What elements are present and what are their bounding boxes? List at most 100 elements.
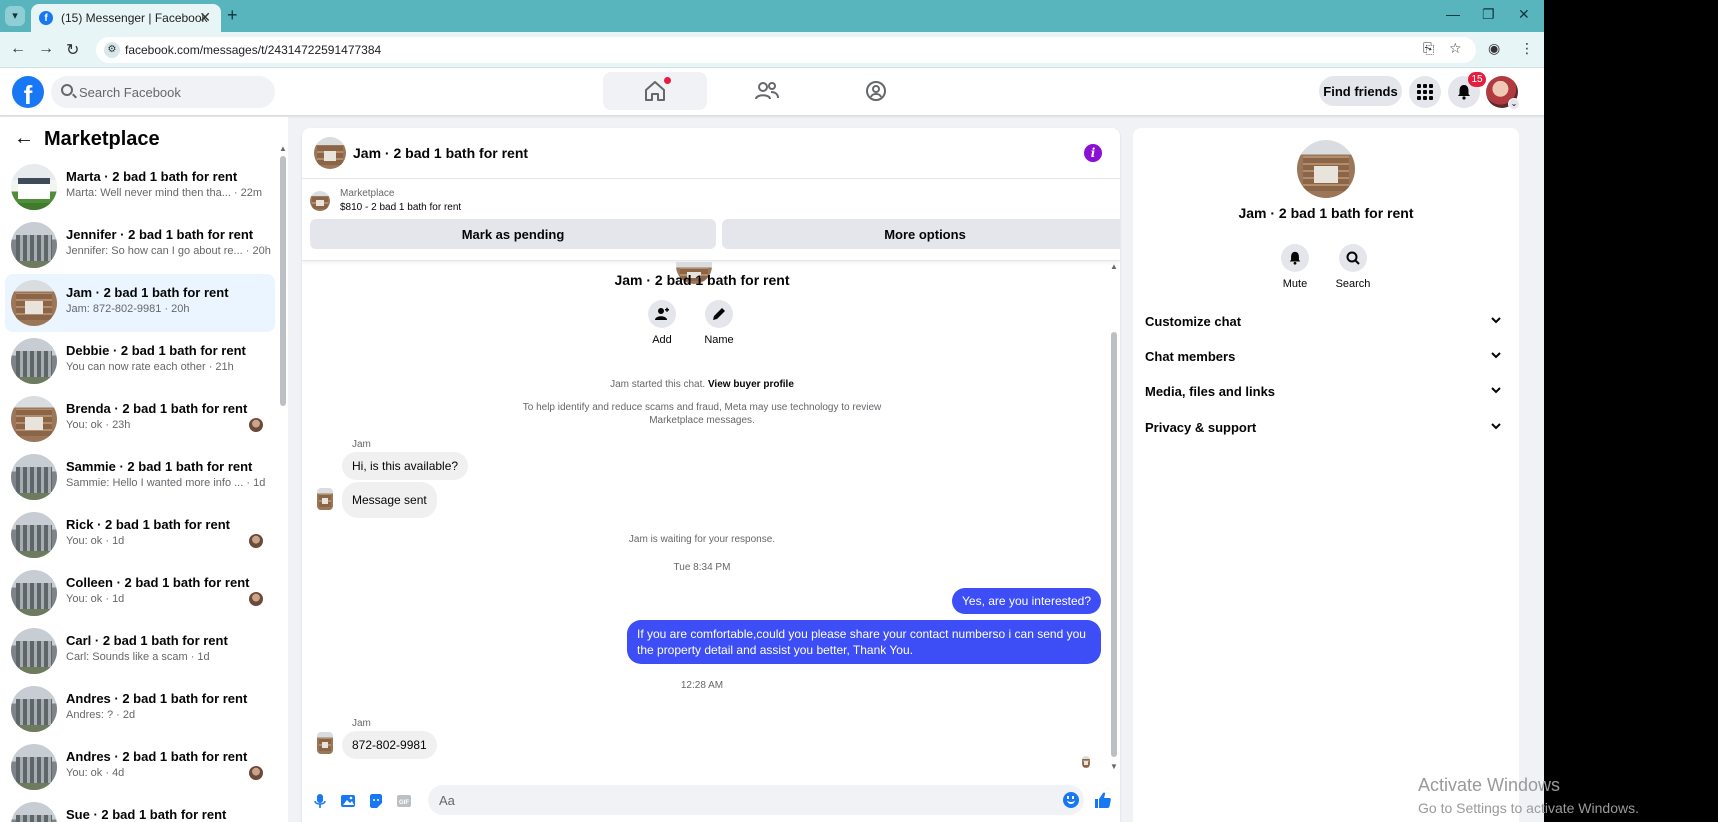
facebook-header: f Find friends 15 ⌄: [0, 68, 1544, 116]
conversation-thumbnail: [11, 222, 57, 268]
add-person-action[interactable]: Add: [637, 300, 687, 346]
sticker-icon[interactable]: [368, 793, 384, 809]
site-info-icon[interactable]: ⚙: [104, 42, 120, 58]
scroll-up-arrow-icon[interactable]: ▲: [1110, 262, 1118, 271]
conversation-name: Sammie · 2 bad 1 bath for rent: [66, 459, 253, 474]
nav-tab-friends[interactable]: [714, 72, 818, 110]
chevron-down-icon: [1491, 423, 1501, 430]
facebook-search[interactable]: [51, 76, 275, 108]
section-chat-members[interactable]: Chat members: [1145, 341, 1507, 371]
mute-button[interactable]: Mute: [1270, 244, 1320, 290]
forward-arrow-icon[interactable]: →: [38, 40, 54, 58]
conversation-snippet: You: ok · 1d: [66, 535, 125, 547]
sidebar-scroll-thumb[interactable]: [280, 156, 286, 406]
sender-avatar[interactable]: [317, 488, 333, 510]
edit-name-action[interactable]: Name: [694, 300, 744, 346]
svg-text:GIF: GIF: [399, 800, 409, 806]
chat-scrollbar[interactable]: ▲ ▼: [1110, 262, 1118, 772]
conversation-item[interactable]: Colleen · 2 bad 1 bath for rent You: ok ·…: [5, 564, 275, 622]
close-tab-icon[interactable]: ✕: [199, 9, 211, 26]
conversation-item[interactable]: Sammie · 2 bad 1 bath for rent Sammie: He…: [5, 448, 275, 506]
incoming-message[interactable]: Hi, is this available?: [342, 452, 469, 480]
menu-grid-button[interactable]: [1409, 76, 1441, 108]
browser-tab[interactable]: f (15) Messenger | Facebook ✕: [31, 4, 221, 32]
conversation-item[interactable]: Jennifer · 2 bad 1 bath for rent Jennifer…: [5, 216, 275, 274]
back-arrow-icon[interactable]: ←: [14, 127, 34, 150]
microphone-icon[interactable]: [312, 793, 328, 809]
search-icon: [61, 84, 73, 96]
conversation-item[interactable]: Carl · 2 bad 1 bath for rent Carl: Sounds…: [5, 622, 275, 680]
conversation-item[interactable]: Andres · 2 bad 1 bath for rent Andres: ? …: [5, 680, 275, 738]
nav-tab-groups[interactable]: [824, 72, 928, 110]
message-input[interactable]: [428, 785, 1084, 815]
view-buyer-profile-link[interactable]: View buyer profile: [708, 379, 794, 390]
back-arrow-icon[interactable]: ←: [10, 40, 26, 58]
thumbs-up-icon[interactable]: [1094, 791, 1112, 809]
bookmark-star-icon[interactable]: ☆: [1449, 40, 1462, 57]
more-options-button[interactable]: More options: [722, 219, 1120, 249]
conversation-thumbnail: [11, 512, 57, 558]
outgoing-message[interactable]: Yes, are you interested?: [952, 588, 1101, 614]
chat-panel: Jam · 2 bad 1 bath for rent i Marketplac…: [302, 128, 1120, 822]
window-close-icon[interactable]: ✕: [1518, 6, 1530, 23]
address-url[interactable]: facebook.com/messages/t/2431472259147738…: [125, 43, 381, 57]
details-avatar[interactable]: [1297, 140, 1355, 198]
mark-as-pending-button[interactable]: Mark as pending: [310, 219, 716, 249]
conversation-snippet: You can now rate each other · 21h: [66, 361, 234, 373]
sender-avatar[interactable]: [317, 732, 333, 754]
scroll-up-arrow-icon[interactable]: ▲: [279, 144, 287, 153]
photo-icon[interactable]: [340, 793, 356, 809]
sidebar-scrollbar[interactable]: ▲: [279, 144, 287, 822]
facebook-logo-icon[interactable]: f: [12, 76, 44, 108]
nav-tab-home[interactable]: [603, 72, 707, 110]
conversation-name: Jennifer · 2 bad 1 bath for rent: [66, 227, 254, 242]
reload-icon[interactable]: ↻: [66, 40, 79, 60]
friends-icon: [755, 82, 779, 100]
find-friends-button[interactable]: Find friends: [1319, 76, 1402, 106]
tab-search-dropdown[interactable]: ▾: [5, 6, 25, 26]
scroll-down-arrow-icon[interactable]: ▼: [1110, 762, 1118, 771]
windows-activation-watermark-sub: Go to Settings to activate Windows.: [1418, 800, 1639, 816]
chat-header-avatar[interactable]: [314, 137, 346, 169]
conversation-snippet: You: ok · 4d: [66, 767, 125, 779]
conversation-name: Brenda · 2 bad 1 bath for rent: [66, 401, 248, 416]
chat-scroll-thumb[interactable]: [1111, 332, 1117, 757]
conversation-snippet: Jam: 872-802-9981 · 20h: [66, 303, 190, 315]
conversation-item[interactable]: Marta · 2 bad 1 bath for rent Marta: Well…: [5, 158, 275, 216]
restore-icon[interactable]: ❐: [1482, 6, 1495, 23]
conversation-item[interactable]: Jam · 2 bad 1 bath for rent Jam: 872-802-…: [5, 274, 275, 332]
incoming-message[interactable]: Message sent: [342, 482, 437, 518]
new-tab-icon[interactable]: +: [227, 5, 238, 26]
outgoing-message[interactable]: If you are comfortable,could you please …: [627, 620, 1101, 664]
listing-thumbnail[interactable]: [310, 191, 330, 211]
facebook-search-input[interactable]: [79, 82, 269, 102]
windows-activation-watermark: Activate Windows: [1418, 775, 1560, 796]
browser-menu-icon[interactable]: ⋮: [1520, 40, 1534, 57]
listing-price-title[interactable]: $810 - 2 bad 1 bath for rent: [340, 202, 461, 213]
conversation-item[interactable]: Sue · 2 bad 1 bath for rent: [5, 796, 275, 822]
gif-icon[interactable]: GIF: [396, 793, 412, 809]
address-bar[interactable]: ⚙ facebook.com/messages/t/24314722591477…: [96, 37, 1476, 63]
timestamp: 12:28 AM: [680, 680, 724, 691]
incoming-message[interactable]: 872-802-9981: [342, 731, 437, 759]
search-in-conversation-button[interactable]: Search: [1328, 244, 1378, 290]
conversation-item[interactable]: Debbie · 2 bad 1 bath for rent You can no…: [5, 332, 275, 390]
conversation-info-icon[interactable]: i: [1084, 144, 1102, 162]
chevron-down-icon: [1491, 317, 1501, 324]
conversation-item[interactable]: Rick · 2 bad 1 bath for rent You: ok · 1d: [5, 506, 275, 564]
conversation-snippet: Sammie: Hello I wanted more info ... · 1…: [66, 477, 266, 489]
section-media-files-links[interactable]: Media, files and links: [1145, 376, 1507, 406]
emoji-icon[interactable]: [1063, 792, 1079, 808]
conversation-snippet: Andres: ? · 2d: [66, 709, 136, 721]
minimize-icon[interactable]: —: [1446, 6, 1460, 22]
profile-icon[interactable]: ◉: [1488, 40, 1500, 57]
conversation-list: Marta · 2 bad 1 bath for rent Marta: Well…: [0, 158, 280, 822]
section-privacy-support[interactable]: Privacy & support: [1145, 412, 1507, 442]
install-app-icon[interactable]: ⎘: [1423, 40, 1434, 57]
account-avatar[interactable]: ⌄: [1486, 76, 1520, 110]
conversation-item[interactable]: Andres · 2 bad 1 bath for rent You: ok · …: [5, 738, 275, 796]
chat-title[interactable]: Jam · 2 bad 1 bath for rent: [353, 145, 528, 161]
conversation-snippet: Jennifer: So how can I go about re... · …: [66, 245, 271, 257]
section-customize-chat[interactable]: Customize chat: [1145, 306, 1507, 336]
conversation-item[interactable]: Brenda · 2 bad 1 bath for rent You: ok · …: [5, 390, 275, 448]
